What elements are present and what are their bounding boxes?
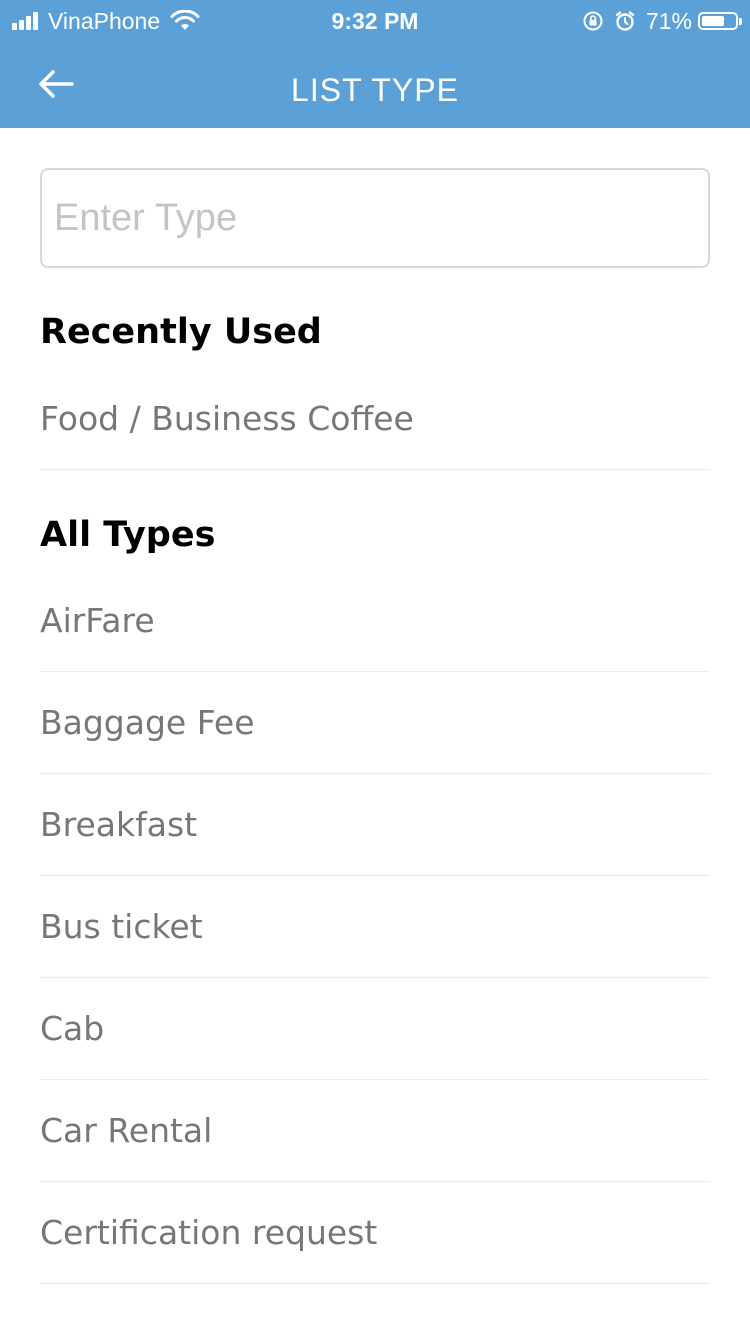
type-search-input[interactable] [40,168,710,268]
list-type-screen: VinaPhone 9:32 PM 71% LIST TYPE Enter Ty… [0,0,750,1334]
list-item-type[interactable]: Car Rental [40,1080,710,1182]
list-item-label: Food / Business Coffee [40,399,414,438]
battery-icon [698,12,742,30]
all-types-heading: All Types [40,515,216,555]
header: VinaPhone 9:32 PM 71% LIST TYPE [0,0,750,128]
alarm-icon [614,10,636,32]
list-item-type[interactable]: Bus ticket [40,876,710,978]
list-item-label: AirFare [40,601,155,640]
rotation-lock-icon [582,10,604,32]
battery-cap [739,18,742,25]
recently-used-heading: Recently Used [40,312,322,352]
list-item-type[interactable]: Baggage Fee [40,672,710,774]
list-item-recent[interactable]: Food / Business Coffee [40,368,710,470]
status-bar: VinaPhone 9:32 PM 71% [0,0,750,40]
list-item-label: Certification request [40,1213,378,1252]
list-item-label: Baggage Fee [40,703,255,742]
list-item-label: Car Rental [40,1111,213,1150]
battery-percent: 71% [645,7,692,34]
battery-level-fill [702,16,724,26]
list-item-type[interactable]: Cab [40,978,710,1080]
list-item-label: Cab [40,1009,105,1048]
list-item-type[interactable]: Certification request [40,1182,710,1284]
list-item-label: Bus ticket [40,907,203,946]
list-item-type[interactable]: AirFare [40,570,710,672]
page-title: LIST TYPE [291,72,459,108]
list-item-label: Breakfast [40,805,198,844]
list-item-type[interactable]: Breakfast [40,774,710,876]
status-right: 71% [572,7,742,35]
nav-bar: LIST TYPE [0,40,750,128]
